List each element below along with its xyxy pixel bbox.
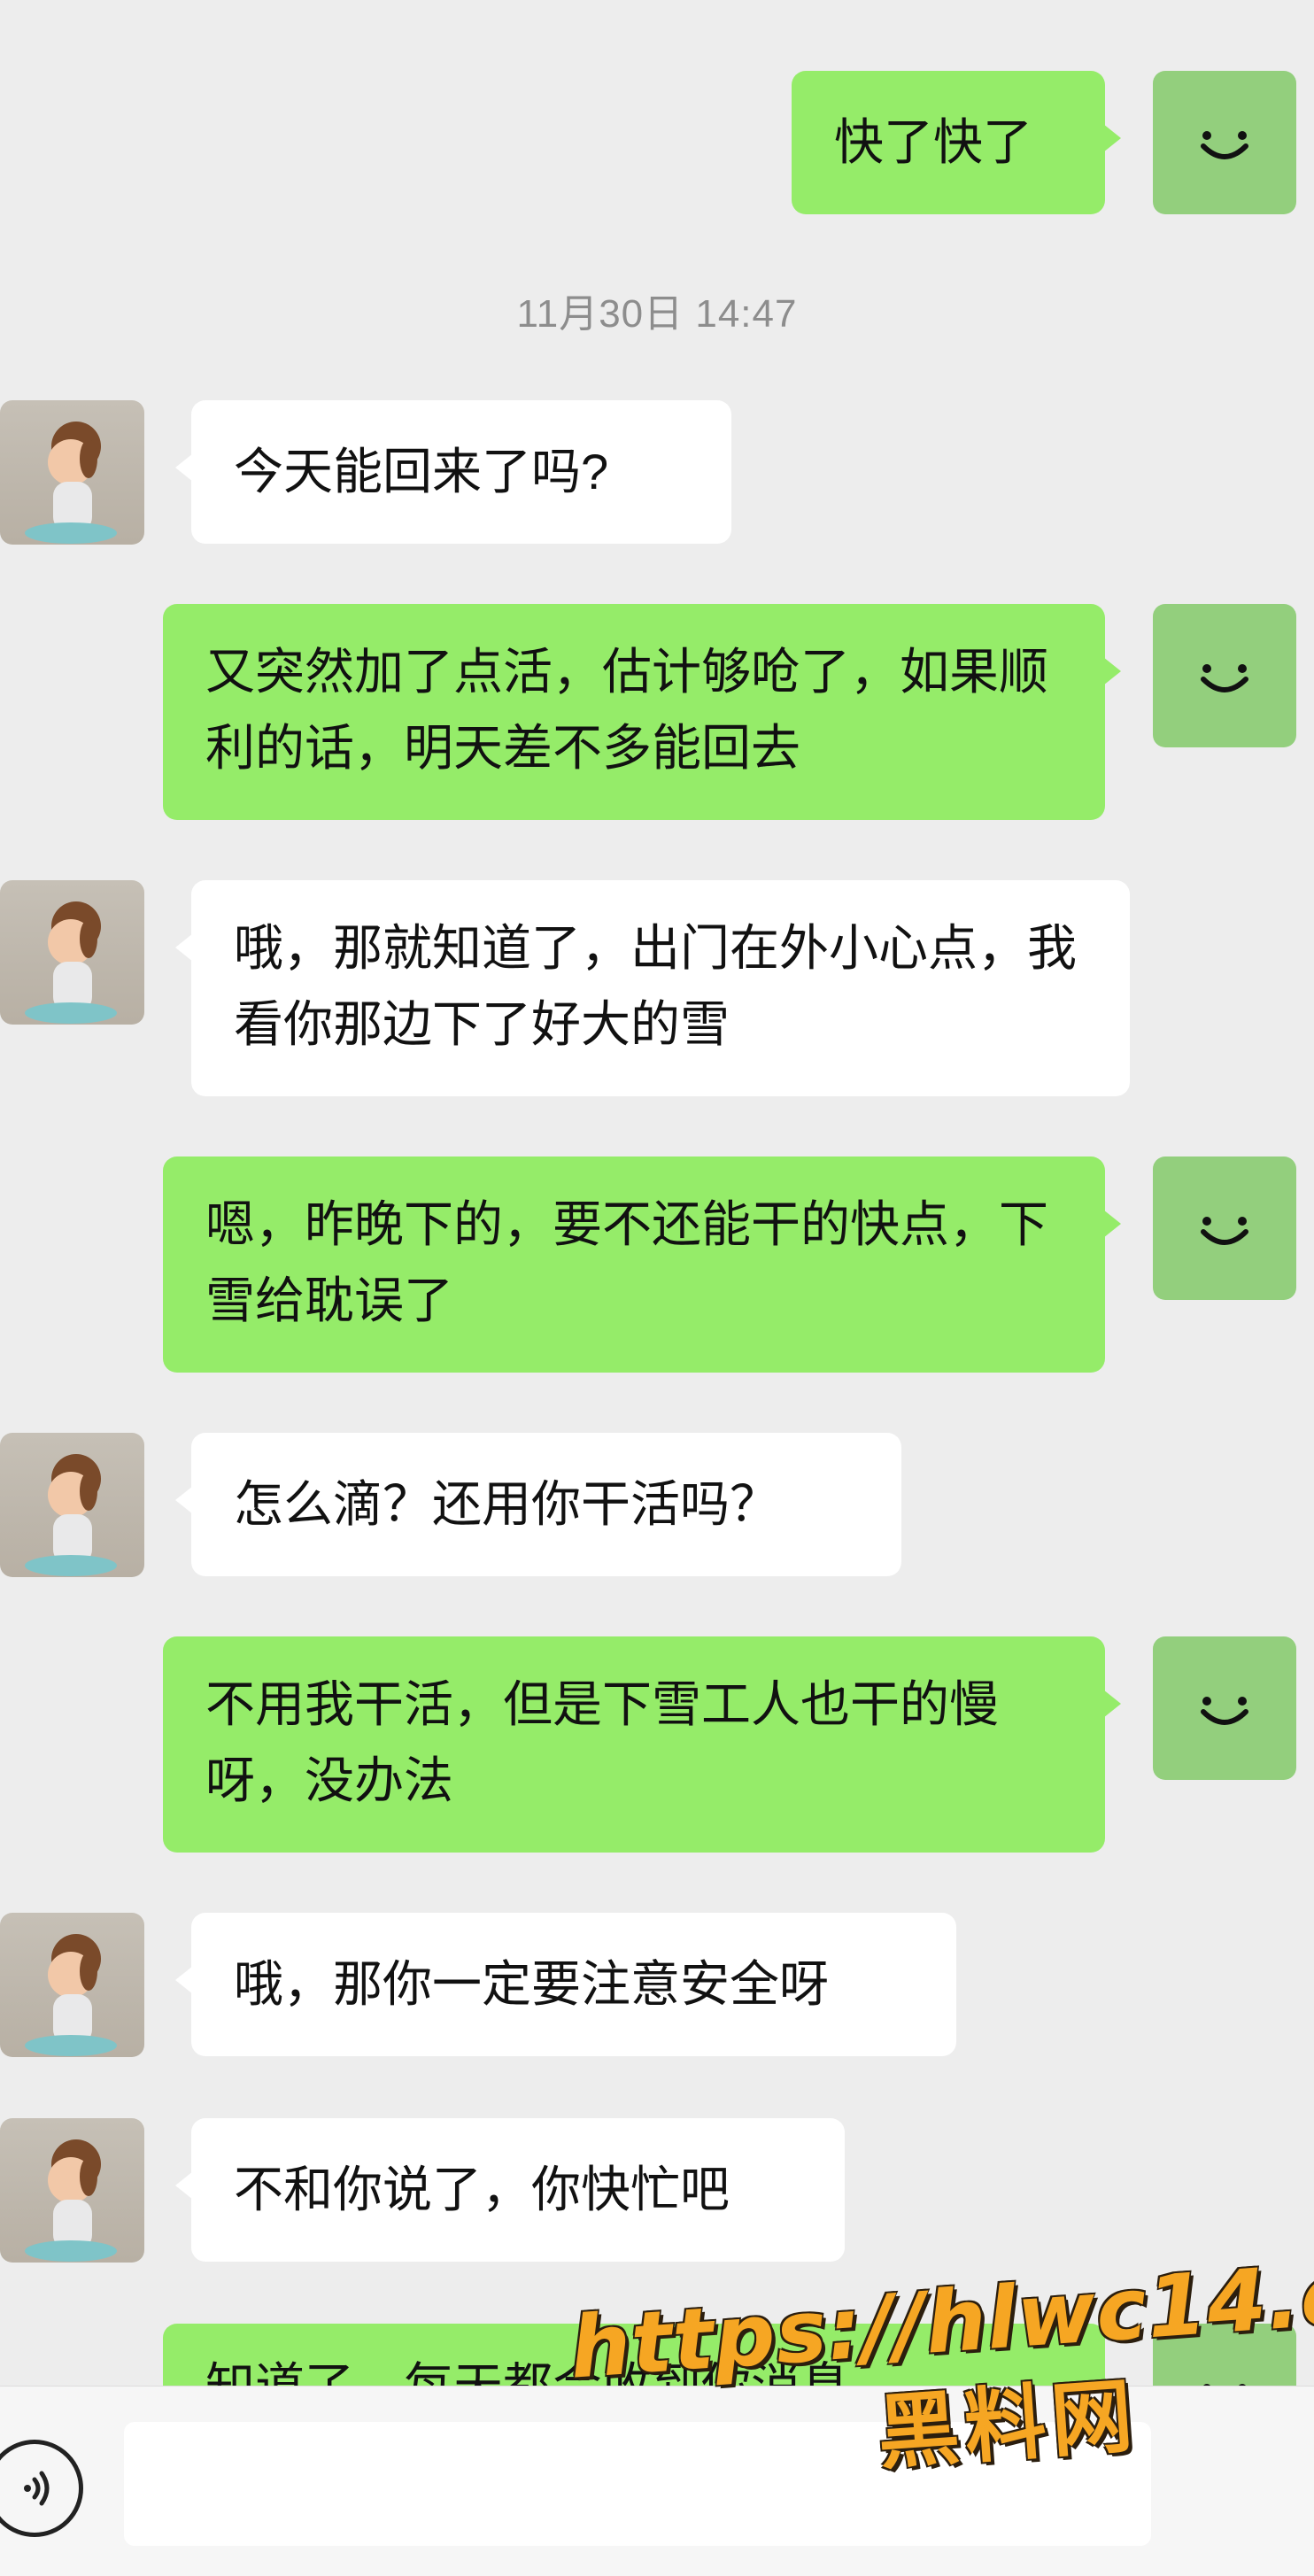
message-bubble-peer[interactable]: 不和你说了，你快忙吧 [175, 2118, 845, 2262]
message-bubble-self[interactable]: 不用我干活，但是下雪工人也干的慢呀，没办法 [163, 1636, 1121, 1853]
smile-face-icon [1201, 1217, 1248, 1245]
smile-face-icon [1201, 1697, 1248, 1725]
message-bubble-peer[interactable]: 今天能回来了吗? [175, 400, 731, 544]
cartoon-girl-avatar [25, 422, 117, 544]
peer-avatar[interactable] [0, 1913, 144, 2057]
chat-area: 快了快了 11月30日 14:47 今天能回来了吗? 又突然加了点活，估计够呛了… [0, 0, 1314, 2575]
message-bubble-peer[interactable]: 哦，那你一定要注意安全呀 [175, 1913, 956, 2056]
voice-input-icon [24, 2471, 50, 2506]
self-avatar[interactable] [1153, 604, 1296, 747]
peer-avatar[interactable] [0, 400, 144, 545]
peer-avatar[interactable] [0, 2118, 144, 2263]
self-avatar[interactable] [1153, 71, 1296, 214]
watermark: https://hlwc14.com 黑料网 [567, 2234, 1314, 2564]
smile-face-icon [1201, 131, 1248, 159]
message-bubble-self[interactable]: 嗯，昨晚下的，要不还能干的快点，下雪给耽误了 [163, 1156, 1121, 1373]
cartoon-girl-avatar [25, 2139, 117, 2262]
peer-avatar[interactable] [0, 1433, 144, 1577]
cartoon-girl-avatar [25, 1454, 117, 1576]
message-bubble-self[interactable]: 又突然加了点活，估计够呛了，如果顺利的话，明天差不多能回去 [163, 604, 1121, 820]
message-bubble-self[interactable]: 快了快了 [792, 71, 1121, 214]
cartoon-girl-avatar [25, 1934, 117, 2056]
self-avatar[interactable] [1153, 1156, 1296, 1300]
voice-input-button[interactable] [0, 2440, 83, 2537]
cartoon-girl-avatar [25, 901, 117, 1024]
message-bubble-peer[interactable]: 怎么滴？还用你干活吗？ [175, 1433, 901, 1576]
message-bubble-peer[interactable]: 哦，那就知道了，出门在外小心点，我看你那边下了好大的雪 [175, 880, 1130, 1096]
smile-face-icon [1201, 664, 1248, 692]
message-timestamp: 11月30日 14:47 [516, 292, 798, 336]
peer-avatar[interactable] [0, 880, 144, 1025]
self-avatar[interactable] [1153, 1636, 1296, 1780]
